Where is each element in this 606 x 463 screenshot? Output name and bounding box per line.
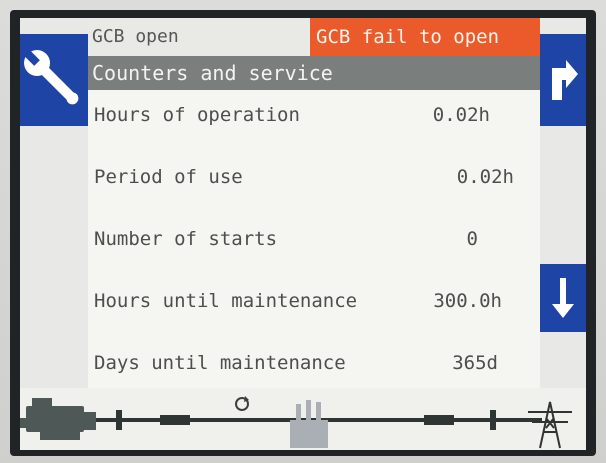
row-label: Hours until maintenance (94, 290, 358, 312)
wrench-button[interactable] (20, 34, 88, 126)
row-label: Period of use (94, 166, 243, 188)
list-item[interactable]: Number of starts 0 (88, 214, 540, 276)
row-value: 0.02h (456, 166, 514, 188)
gcb-status: GCB open (88, 18, 310, 56)
wrench-icon (24, 50, 79, 105)
single-line-diagram (20, 388, 586, 450)
list-item[interactable]: Period of use 0.02h (88, 152, 540, 214)
row-label: Days until maintenance (94, 352, 346, 374)
generator-icon (20, 398, 96, 440)
alarm-banner[interactable]: GCB fail to open (310, 18, 540, 56)
row-label: Number of starts (94, 228, 278, 250)
arrow-down-icon (552, 278, 574, 318)
scroll-down-button[interactable] (540, 264, 586, 332)
row-label: Hours of operation (94, 104, 300, 126)
page-title: Counters and service (88, 56, 540, 90)
list-item[interactable]: Hours until maintenance 300.0h (88, 276, 540, 338)
arrow-return-icon (552, 60, 578, 100)
refresh-icon[interactable] (235, 396, 249, 411)
display: GCB open GCB fail to open Counters and s… (20, 18, 586, 450)
row-value: 0.02h (432, 104, 490, 126)
counters-list: Hours of operation 0.02h Period of use 0… (88, 90, 540, 388)
list-item[interactable]: Hours of operation 0.02h (88, 90, 540, 152)
return-button[interactable] (540, 34, 586, 126)
row-value: 0 (466, 228, 478, 250)
power-tower-icon (528, 401, 572, 449)
row-value: 365d (452, 352, 498, 374)
row-value: 300.0h (433, 290, 502, 312)
factory-icon (290, 400, 328, 448)
